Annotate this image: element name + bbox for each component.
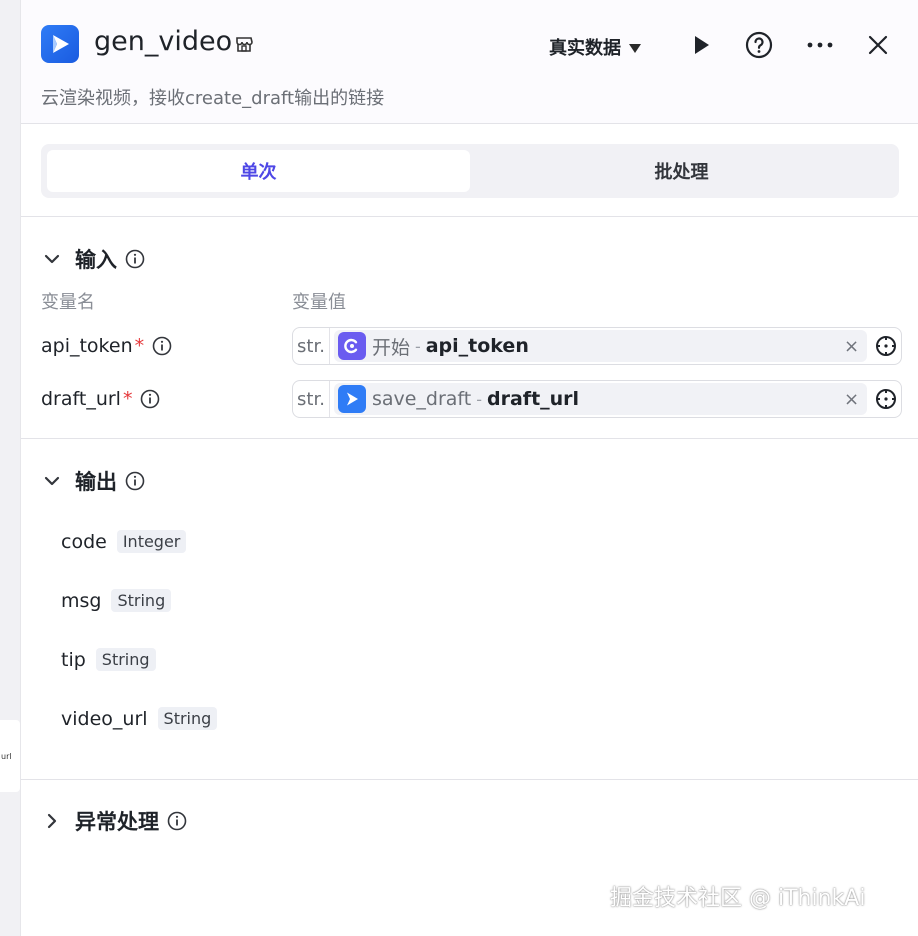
clear-reference-button[interactable]: × bbox=[844, 389, 859, 410]
output-type-badge: String bbox=[95, 648, 156, 671]
node-description: 云渲染视频，接收create_draft输出的链接 bbox=[41, 88, 385, 109]
run-button[interactable] bbox=[686, 30, 716, 60]
target-icon bbox=[876, 336, 897, 356]
ref-node-name: save_draft bbox=[371, 388, 472, 410]
data-mode-label: 真实数据 bbox=[549, 38, 621, 59]
output-field-code: code Integer bbox=[61, 530, 187, 553]
output-type-badge: String bbox=[111, 589, 172, 612]
output-field-name: msg bbox=[61, 589, 102, 612]
clear-reference-button[interactable]: × bbox=[844, 336, 859, 357]
caret-down-icon bbox=[629, 44, 641, 53]
exception-section-title: 异常处理 bbox=[75, 810, 159, 834]
info-icon[interactable] bbox=[125, 471, 145, 491]
var-name-label: api_token bbox=[41, 335, 133, 357]
chevron-down-icon bbox=[44, 476, 60, 486]
node-config-panel: gen_video 云渲染视频，接收create_draft输出的链接 真实数据 bbox=[20, 0, 918, 936]
variable-reference[interactable]: save_draft - draft_url × bbox=[333, 383, 868, 415]
node-title[interactable]: gen_video bbox=[94, 26, 232, 57]
data-mode-select[interactable]: 真实数据 bbox=[549, 34, 641, 60]
input-var-api-token: api_token * bbox=[41, 335, 172, 357]
canvas-node-label: url bbox=[1, 751, 12, 761]
type-tag: str. bbox=[293, 381, 330, 417]
output-field-video-url: video_url String bbox=[61, 707, 218, 730]
output-field-name: video_url bbox=[61, 707, 148, 730]
column-header-value: 变量值 bbox=[292, 292, 346, 313]
ref-node-name: 开始 bbox=[371, 336, 410, 359]
ref-param-name: draft_url bbox=[487, 388, 580, 410]
required-mark: * bbox=[134, 335, 145, 357]
tab-batch[interactable]: 批处理 bbox=[470, 150, 893, 192]
play-icon bbox=[695, 36, 709, 54]
more-button[interactable] bbox=[805, 30, 835, 60]
help-button[interactable] bbox=[744, 30, 774, 60]
video-logo-icon bbox=[41, 25, 79, 63]
canvas-left-strip bbox=[0, 0, 20, 936]
divider bbox=[21, 438, 918, 439]
canvas-node-fragment[interactable]: url bbox=[0, 720, 20, 792]
target-icon bbox=[876, 389, 897, 409]
input-value-draft-url[interactable]: str. save_draft - draft_url × bbox=[292, 380, 902, 418]
info-icon[interactable] bbox=[140, 389, 160, 409]
column-header-name: 变量名 bbox=[41, 292, 95, 313]
required-mark: * bbox=[122, 388, 133, 410]
info-icon[interactable] bbox=[125, 249, 145, 269]
info-icon[interactable] bbox=[167, 811, 187, 831]
type-tag: str. bbox=[293, 328, 330, 364]
ref-separator: - bbox=[414, 336, 421, 356]
chevron-right-icon bbox=[47, 813, 57, 829]
output-section-title: 输出 bbox=[75, 470, 117, 494]
watermark: 掘金技术社区 @ iThinkAi bbox=[610, 886, 866, 911]
close-button[interactable] bbox=[863, 30, 893, 60]
variable-picker-button[interactable] bbox=[871, 331, 901, 361]
divider bbox=[21, 779, 918, 780]
input-var-draft-url: draft_url * bbox=[41, 388, 160, 410]
output-field-tip: tip String bbox=[61, 648, 156, 671]
output-type-badge: String bbox=[157, 707, 218, 730]
divider bbox=[21, 216, 918, 217]
panel-header: gen_video 云渲染视频，接收create_draft输出的链接 真实数据 bbox=[21, 0, 918, 124]
run-mode-tabs: 单次 批处理 bbox=[41, 144, 899, 198]
ref-param-name: api_token bbox=[425, 335, 529, 357]
variable-picker-button[interactable] bbox=[871, 384, 901, 414]
video-node-icon bbox=[337, 385, 366, 413]
input-value-api-token[interactable]: str. 开始 - api_token × bbox=[292, 327, 902, 365]
output-field-msg: msg String bbox=[61, 589, 172, 612]
variable-reference[interactable]: 开始 - api_token × bbox=[333, 330, 868, 362]
more-icon bbox=[807, 42, 833, 48]
ref-separator: - bbox=[476, 389, 483, 409]
input-section-title: 输入 bbox=[75, 248, 117, 272]
tab-single[interactable]: 单次 bbox=[47, 150, 470, 192]
info-icon[interactable] bbox=[152, 336, 172, 356]
output-field-name: tip bbox=[61, 648, 86, 671]
output-section-header[interactable]: 输出 bbox=[41, 466, 145, 496]
chevron-down-icon bbox=[44, 254, 60, 264]
output-type-badge: Integer bbox=[116, 530, 187, 553]
store-icon[interactable] bbox=[234, 34, 254, 54]
input-section-header[interactable]: 输入 bbox=[41, 244, 145, 274]
close-icon bbox=[868, 35, 888, 55]
var-name-label: draft_url bbox=[41, 388, 121, 410]
exception-section-header[interactable]: 异常处理 bbox=[41, 806, 187, 836]
start-node-icon bbox=[337, 332, 366, 360]
help-icon bbox=[745, 31, 773, 59]
output-field-name: code bbox=[61, 530, 107, 553]
